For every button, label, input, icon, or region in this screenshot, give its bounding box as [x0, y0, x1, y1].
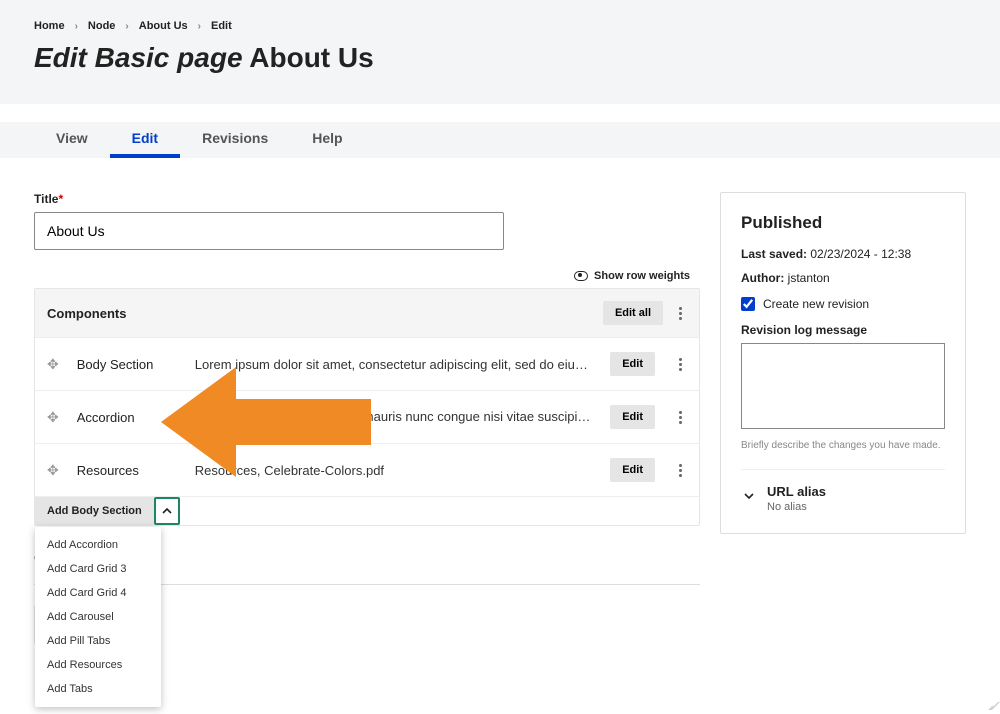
component-name: Body Section [77, 357, 177, 372]
component-name: Accordion [77, 410, 177, 425]
tab-revisions[interactable]: Revisions [180, 122, 290, 158]
resize-grip-icon[interactable] [984, 698, 996, 710]
published-status: Published [741, 213, 945, 233]
revision-log-textarea[interactable] [741, 343, 945, 429]
add-card-grid-3-option[interactable]: Add Card Grid 3 [35, 557, 161, 581]
edit-all-button[interactable]: Edit all [603, 301, 663, 325]
drag-handle-icon[interactable]: ✥ [47, 409, 59, 426]
chevron-right-icon: › [125, 21, 128, 32]
sidebar: Published Last saved: 02/23/2024 - 12:38… [720, 192, 966, 534]
edit-button[interactable]: Edit [610, 458, 655, 482]
breadcrumb-about-us[interactable]: About Us [139, 20, 188, 32]
more-menu-button[interactable] [673, 459, 687, 481]
chevron-down-icon[interactable] [741, 488, 757, 504]
edit-button[interactable]: Edit [610, 405, 655, 429]
more-menu-button[interactable] [673, 302, 687, 324]
add-body-section-button[interactable]: Add Body Section [35, 497, 154, 525]
add-component-dropdown: Add Accordion Add Card Grid 3 Add Card G… [35, 527, 161, 707]
chevron-right-icon: › [75, 21, 78, 32]
create-revision-input[interactable] [741, 297, 755, 311]
more-menu-button[interactable] [673, 353, 687, 375]
last-saved: Last saved: 02/23/2024 - 12:38 [741, 247, 945, 261]
component-name: Resources [77, 463, 177, 478]
tab-edit[interactable]: Edit [110, 122, 180, 158]
eye-icon [574, 271, 588, 281]
tab-view[interactable]: View [34, 122, 110, 158]
page-title: Edit Basic page About Us [34, 42, 966, 74]
chevron-right-icon: › [198, 21, 201, 32]
url-alias-title[interactable]: URL alias [767, 484, 826, 499]
add-resources-option[interactable]: Add Resources [35, 653, 161, 677]
drag-handle-icon[interactable]: ✥ [47, 462, 59, 479]
add-tabs-option[interactable]: Add Tabs [35, 677, 161, 701]
revision-hint: Briefly describe the changes you have ma… [741, 440, 945, 451]
create-revision-checkbox[interactable]: Create new revision [741, 297, 945, 311]
add-carousel-option[interactable]: Add Carousel [35, 605, 161, 629]
chevron-up-icon [161, 505, 173, 517]
tab-help[interactable]: Help [290, 122, 364, 158]
add-section-dropdown-toggle[interactable] [154, 497, 180, 525]
components-heading: Components [47, 306, 126, 321]
component-preview: 2 Who We Are, Consequat mauris nunc cong… [195, 409, 592, 426]
breadcrumb-node[interactable]: Node [88, 20, 116, 32]
url-alias-subtitle: No alias [767, 501, 826, 513]
components-section: Components Edit all ✥ Body Section Lorem… [34, 288, 700, 526]
breadcrumb: Home › Node › About Us › Edit [34, 0, 966, 32]
component-preview: Lorem ipsum dolor sit amet, consectetur … [195, 357, 592, 372]
author: Author: jstanton [741, 271, 945, 285]
breadcrumb-home[interactable]: Home [34, 20, 65, 32]
add-pill-tabs-option[interactable]: Add Pill Tabs [35, 629, 161, 653]
tabs-bar: View Edit Revisions Help [34, 122, 1000, 158]
drag-handle-icon[interactable]: ✥ [47, 356, 59, 373]
revision-log-label: Revision log message [741, 323, 945, 337]
title-label: Title* [34, 192, 700, 206]
edit-button[interactable]: Edit [610, 352, 655, 376]
show-row-weights-toggle[interactable]: Show row weights [34, 270, 690, 282]
more-menu-button[interactable] [673, 406, 687, 428]
add-accordion-option[interactable]: Add Accordion [35, 533, 161, 557]
breadcrumb-edit[interactable]: Edit [211, 20, 232, 32]
component-preview: Resources, Celebrate-Colors.pdf [195, 463, 592, 478]
title-input[interactable] [34, 212, 504, 250]
add-card-grid-4-option[interactable]: Add Card Grid 4 [35, 581, 161, 605]
count-badge: 2 [195, 412, 209, 426]
